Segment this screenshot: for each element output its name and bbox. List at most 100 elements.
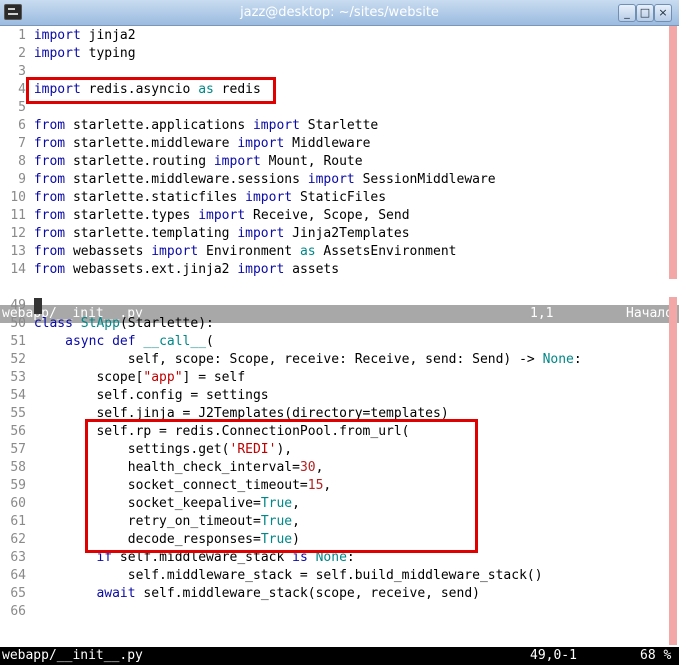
code-token: import — [33, 46, 81, 61]
line-number: 65 — [10, 586, 26, 601]
code-line[interactable]: 52 self, scope: Scope, receive: Receive,… — [0, 351, 582, 369]
highlight-box-connection-pool — [85, 419, 478, 553]
title-bar[interactable]: jazz@desktop: ~/sites/website _ □ × — [0, 0, 679, 26]
line-number: 11 — [10, 208, 26, 223]
code-token: (Starlette): — [119, 316, 214, 331]
code-line[interactable]: 12 from starlette.templating import Jinj… — [0, 225, 410, 243]
code-token: Environment — [198, 244, 300, 259]
line-number: 55 — [10, 406, 26, 421]
code-line[interactable]: 13 from webassets import Environment as … — [0, 243, 457, 261]
color-column-top — [669, 26, 677, 279]
code-token: from — [33, 118, 66, 133]
code-line[interactable]: 9 from starlette.middleware.sessions imp… — [0, 171, 496, 189]
code-line[interactable]: 49 — [0, 297, 42, 315]
bottom-status-line[interactable]: webapp/__init__.py 49,0-1 68 % — [0, 647, 679, 665]
code-token: webassets.ext.jinja2 — [65, 262, 238, 277]
code-line[interactable]: 14 from webassets.ext.jinja2 import asse… — [0, 261, 339, 279]
code-token: jinja2 — [80, 28, 136, 43]
line-number: 14 — [10, 262, 26, 277]
code-line[interactable]: 54 self.config = settings — [0, 387, 269, 405]
code-token: class — [33, 316, 73, 331]
code-token: Mount, Route — [260, 154, 363, 169]
line-number: 66 — [10, 604, 26, 619]
code-token: from — [33, 208, 66, 223]
code-token: from — [33, 190, 66, 205]
code-token: from — [33, 154, 66, 169]
status-scroll: Начало — [626, 306, 673, 321]
code-line[interactable]: 65 await self.middleware_stack(scope, re… — [0, 585, 480, 603]
code-token: starlette.middleware — [65, 136, 238, 151]
window-title: jazz@desktop: ~/sites/website — [240, 5, 439, 20]
code-token: __call__ — [143, 334, 207, 349]
terminal-window: jazz@desktop: ~/sites/website _ □ × 1 im… — [0, 0, 679, 667]
line-number: 59 — [10, 478, 26, 493]
line-number: 10 — [10, 190, 26, 205]
code-token: Jinja2Templates — [284, 226, 410, 241]
minimize-button[interactable]: _ — [618, 4, 636, 22]
code-token: starlette.routing — [65, 154, 214, 169]
code-line[interactable]: 2 import typing — [0, 45, 135, 63]
line-number: 1 — [18, 28, 26, 43]
close-button[interactable]: × — [654, 4, 672, 22]
vim-editor[interactable]: 1 import jinja2 2 import typing 3 4 import… — [0, 26, 679, 667]
line-number: 49 — [10, 298, 26, 313]
code-token: import — [252, 118, 300, 133]
code-token: import — [237, 226, 285, 241]
line-number: 9 — [18, 172, 26, 187]
code-token: starlette.templating — [65, 226, 238, 241]
maximize-button[interactable]: □ — [636, 4, 654, 22]
code-line[interactable]: 50 class StApp(Starlette): — [0, 315, 214, 333]
code-token: Receive, Scope, Send — [245, 208, 410, 223]
code-token: scope[ — [33, 370, 144, 385]
code-line[interactable]: 66 — [0, 603, 34, 621]
code-token: starlette.applications — [65, 118, 253, 133]
line-number: 50 — [10, 316, 26, 331]
line-number: 61 — [10, 514, 26, 529]
code-line[interactable]: 6 from starlette.applications import Sta… — [0, 117, 378, 135]
line-number: 4 — [18, 82, 26, 97]
line-number: 6 — [18, 118, 26, 133]
code-token: assets — [284, 262, 340, 277]
code-token: import — [151, 244, 199, 259]
code-token: Middleware — [284, 136, 371, 151]
code-line[interactable]: 51 async def __call__( — [0, 333, 214, 351]
line-number: 56 — [10, 424, 26, 439]
code-token: from — [33, 244, 66, 259]
status-position: 49,0-1 — [530, 648, 577, 663]
code-line[interactable]: 53 scope["app"] = self — [0, 369, 245, 387]
code-token: import — [237, 136, 285, 151]
code-token: async — [65, 334, 105, 349]
line-number: 7 — [18, 136, 26, 151]
line-number: 3 — [18, 64, 26, 79]
code-token: AssetsEnvironment — [315, 244, 457, 259]
code-line[interactable]: 10 from starlette.staticfiles import Sta… — [0, 189, 386, 207]
line-number: 2 — [18, 46, 26, 61]
line-number: 12 — [10, 226, 26, 241]
code-line[interactable]: 7 from starlette.middleware import Middl… — [0, 135, 370, 153]
code-token: StApp — [80, 316, 120, 331]
code-token: SessionMiddleware — [354, 172, 496, 187]
code-token: None — [542, 352, 574, 367]
code-token: self.config = settings — [33, 388, 269, 403]
code-token: import — [198, 208, 246, 223]
code-token: self.middleware_stack(scope, receive, se… — [135, 586, 480, 601]
line-number: 58 — [10, 460, 26, 475]
code-token: from — [33, 172, 66, 187]
code-token: from — [33, 136, 66, 151]
code-token: def — [112, 334, 136, 349]
line-number: 64 — [10, 568, 26, 583]
code-line[interactable]: 11 from starlette.types import Receive, … — [0, 207, 410, 225]
code-token: : — [573, 352, 582, 367]
status-position: 1,1 — [530, 306, 554, 321]
code-line[interactable]: 64 self.middleware_stack = self.build_mi… — [0, 567, 542, 585]
code-token: starlette.types — [65, 208, 199, 223]
code-token: Starlette — [299, 118, 379, 133]
code-line[interactable]: 8 from starlette.routing import Mount, R… — [0, 153, 363, 171]
code-line[interactable]: 1 import jinja2 — [0, 27, 136, 45]
line-number: 53 — [10, 370, 26, 385]
line-number: 13 — [10, 244, 26, 259]
line-number: 62 — [10, 532, 26, 547]
code-token: ( — [206, 334, 214, 349]
